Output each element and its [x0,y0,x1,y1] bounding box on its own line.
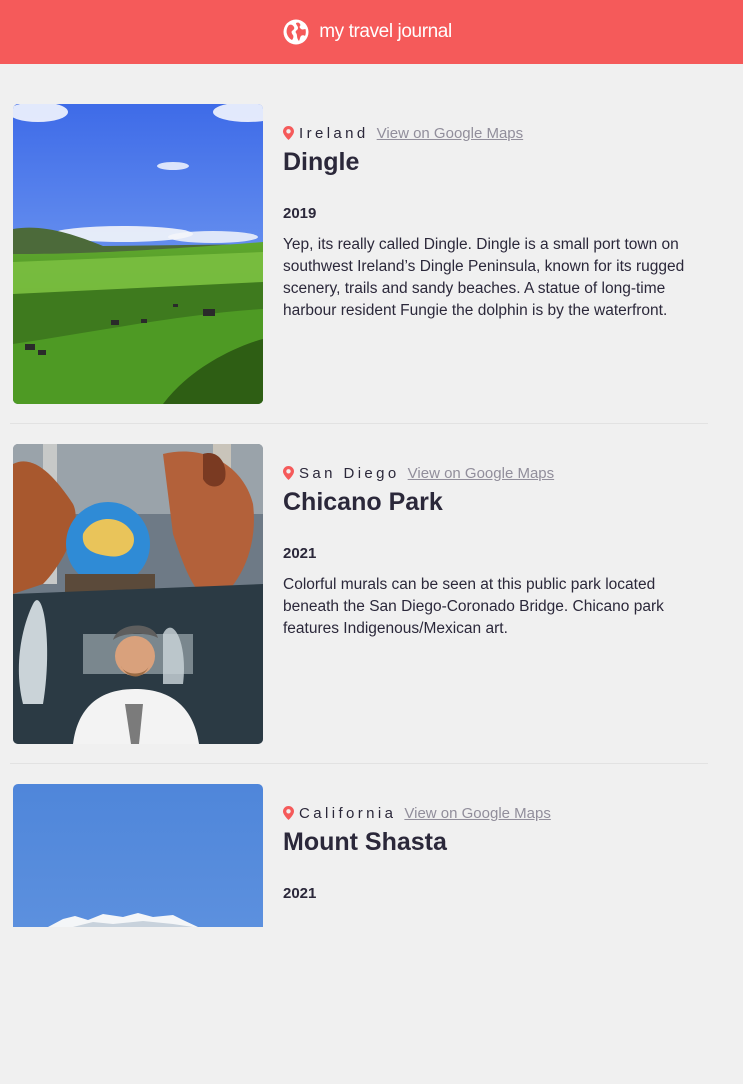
place-title: Chicano Park [283,488,443,516]
entry-photo-mount-shasta [13,784,263,927]
location-country: California [299,804,397,822]
location-row: California View on Google Maps [283,802,708,824]
entry-info: California View on Google Maps Mount Sha… [283,802,708,903]
entry-info: San Diego View on Google Maps Chicano Pa… [283,462,708,640]
place-title: Mount Shasta [283,828,447,856]
journal-entry: California View on Google Maps Mount Sha… [13,744,708,1084]
location-country: San Diego [299,464,400,482]
location-pin-icon [283,466,294,480]
entry-photo-chicano-park [13,444,263,744]
google-maps-link[interactable]: View on Google Maps [408,465,554,482]
app-header: my travel journal [0,0,743,64]
app-title: my travel journal [319,21,452,42]
entry-photo-dingle [13,104,263,404]
entry-info: Ireland View on Google Maps Dingle 2019 … [283,122,708,322]
journal-entry: San Diego View on Google Maps Chicano Pa… [13,404,708,744]
visit-year: 2021 [283,885,317,902]
brand: my travel journal [283,19,452,45]
location-row: Ireland View on Google Maps [283,122,708,144]
place-title: Dingle [283,148,360,176]
globe-icon [283,19,309,45]
place-description: Yep, its really called Dingle. Dingle is… [283,236,685,319]
location-pin-icon [283,126,294,140]
visit-year: 2019 [283,205,317,222]
location-pin-icon [283,806,294,820]
location-row: San Diego View on Google Maps [283,462,708,484]
journal-entry: Ireland View on Google Maps Dingle 2019 … [13,64,708,404]
location-country: Ireland [299,124,369,142]
visit-year: 2021 [283,545,317,562]
google-maps-link[interactable]: View on Google Maps [377,125,523,142]
place-description: Colorful murals can be seen at this publ… [283,576,664,637]
google-maps-link[interactable]: View on Google Maps [404,805,550,822]
